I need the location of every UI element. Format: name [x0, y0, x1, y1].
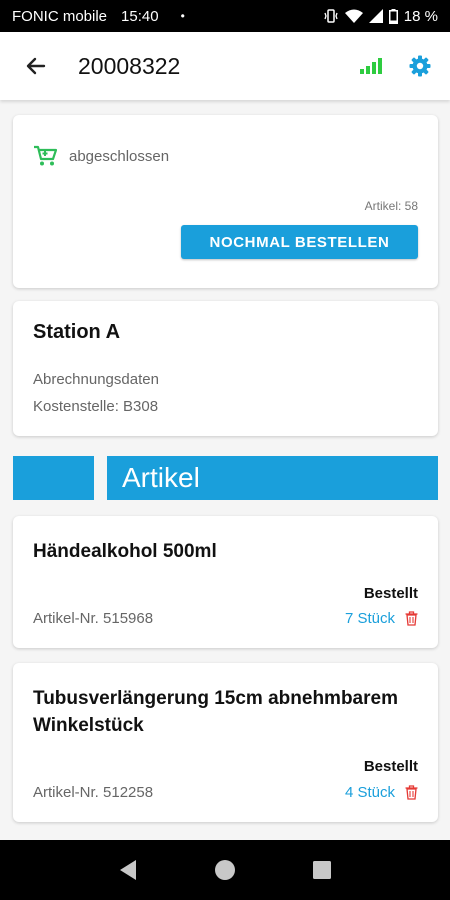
page-title: 20008322	[78, 52, 181, 79]
item-quantity[interactable]: 7 Stück	[345, 610, 395, 627]
section-header-block	[13, 456, 94, 500]
cost-center: Kostenstelle: B308	[33, 398, 159, 415]
status-time: 15:40	[121, 7, 159, 25]
wifi-icon	[344, 9, 363, 23]
notification-dot: •	[180, 9, 185, 23]
battery-icon	[388, 8, 398, 24]
station-card: Station A Abrechnungsdaten Kostenstelle:…	[13, 301, 438, 436]
order-status: abgeschlossen	[33, 145, 169, 167]
article-count: Artikel: 58	[364, 199, 418, 213]
order-summary-card: abgeschlossen Artikel: 58 NOCHMAL BESTEL…	[13, 115, 438, 288]
vibrate-icon	[324, 9, 338, 23]
item-quantity-row: 4 Stück	[345, 784, 418, 801]
station-name: Station A	[33, 321, 121, 343]
trash-icon[interactable]	[405, 611, 418, 626]
item-name: Händealkohol 500ml	[33, 541, 217, 562]
arrow-back-icon[interactable]	[24, 54, 48, 78]
nav-recents-icon[interactable]	[312, 860, 332, 880]
shopping-cart-icon	[34, 145, 57, 166]
carrier-name: FONIC mobile	[12, 7, 108, 25]
app-bar: 20008322	[0, 32, 450, 100]
reorder-button[interactable]: NOCHMAL BESTELLEN	[181, 225, 418, 259]
status-label: abgeschlossen	[69, 147, 170, 165]
battery-percent: 18 %	[403, 7, 438, 25]
billing-label: Abrechnungsdaten	[33, 371, 159, 388]
item-quantity-row: 7 Stück	[345, 610, 418, 627]
item-name: Tubusverlängerung 15cm abnehmbarem Winke…	[33, 688, 398, 736]
gear-icon[interactable]	[408, 54, 432, 78]
list-item[interactable]: Tubusverlängerung 15cm abnehmbarem Winke…	[13, 663, 438, 822]
nav-back-icon[interactable]	[118, 859, 138, 881]
status-bar: FONIC mobile 15:40 • 18 %	[0, 0, 450, 32]
cell-signal-icon	[368, 9, 383, 23]
item-state: Bestellt	[363, 585, 418, 602]
nav-home-icon[interactable]	[213, 858, 237, 882]
trash-icon[interactable]	[405, 785, 418, 800]
system-nav-bar	[0, 840, 450, 900]
item-article-number: Artikel-Nr. 515968	[33, 610, 154, 627]
item-state: Bestellt	[363, 758, 418, 775]
item-quantity[interactable]: 4 Stück	[345, 784, 395, 801]
list-item[interactable]: Händealkohol 500ml Bestellt Artikel-Nr. …	[13, 516, 438, 648]
item-article-number: Artikel-Nr. 512258	[33, 784, 154, 801]
section-title: Artikel	[107, 456, 438, 500]
signal-icon	[360, 58, 382, 74]
